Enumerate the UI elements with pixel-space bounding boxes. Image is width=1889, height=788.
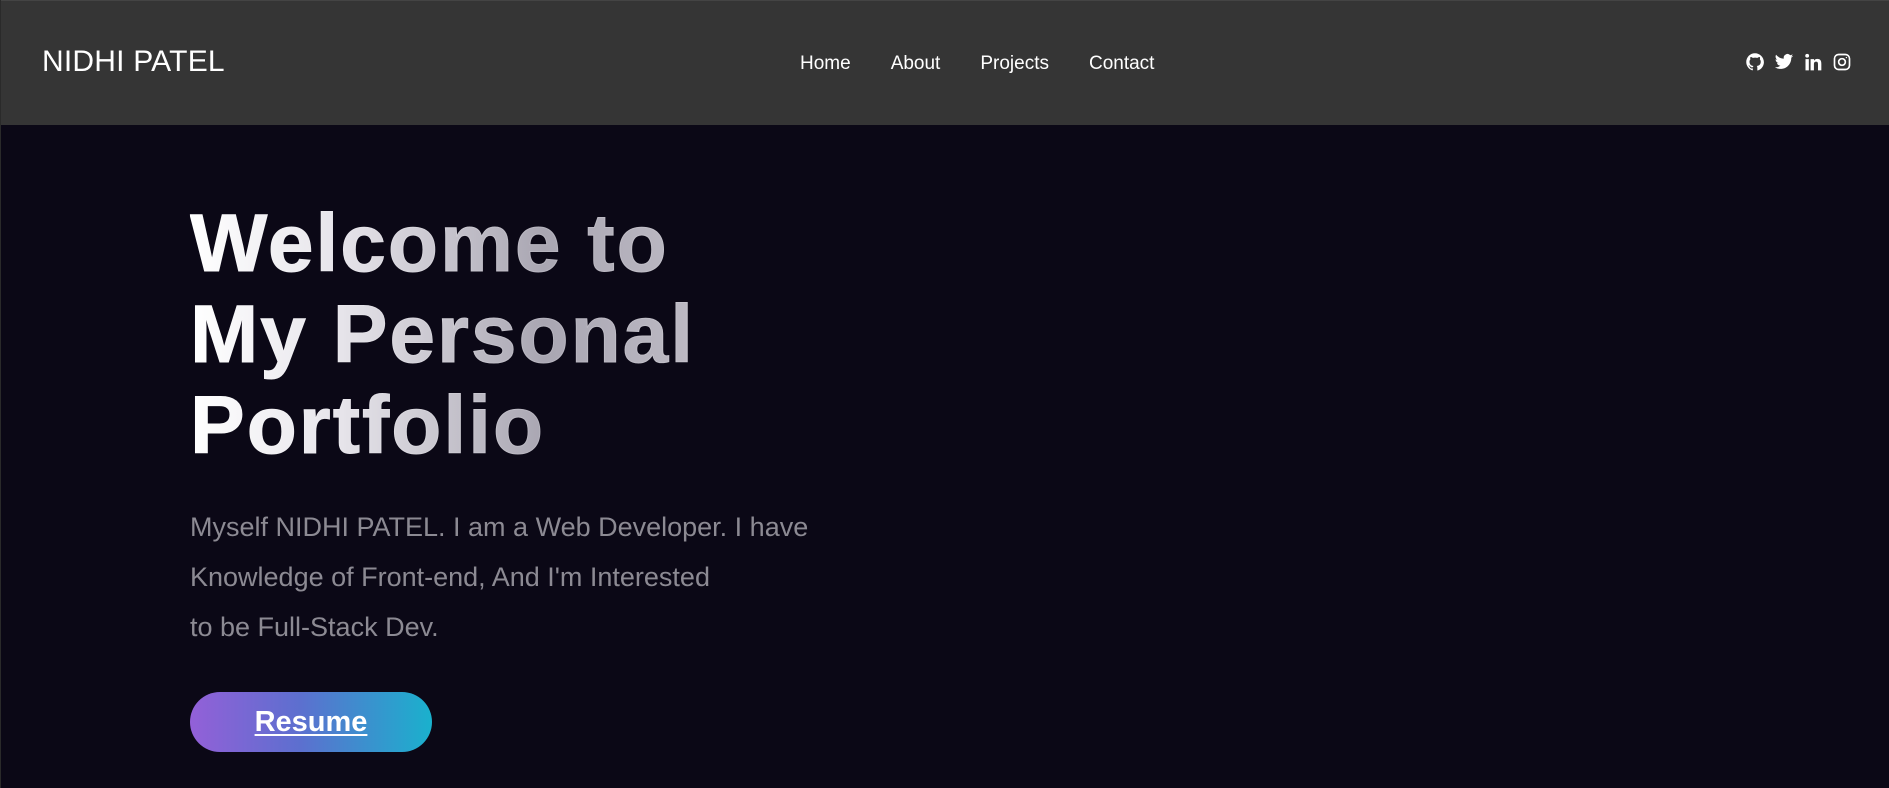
social-links [1745, 52, 1852, 72]
nav-link-contact[interactable]: Contact [1089, 53, 1154, 75]
instagram-icon[interactable] [1832, 52, 1852, 72]
hero-title-line: Welcome to [189, 198, 669, 290]
hero-description-line: Myself NIDHI PATEL. I am a Web Developer… [190, 512, 809, 542]
hero-title: Welcome to My Personal Portfolio [189, 198, 696, 472]
linkedin-icon[interactable] [1803, 52, 1823, 72]
nav-link-about[interactable]: About [891, 53, 941, 75]
github-icon[interactable] [1745, 52, 1765, 72]
hero-description: Myself NIDHI PATEL. I am a Web Developer… [190, 502, 910, 652]
hero-description-line: Knowledge of Front-end, And I'm Interest… [190, 562, 710, 592]
resume-button[interactable]: Resume [190, 692, 432, 752]
nav-links: Home About Projects Contact [800, 53, 1194, 75]
hero-description-line: to be Full-Stack Dev. [190, 612, 439, 642]
nav-link-home[interactable]: Home [800, 53, 851, 75]
page: NIDHI PATEL Home About Projects Contact … [0, 0, 1889, 788]
hero: Welcome to My Personal Portfolio [189, 198, 696, 472]
nav-link-projects[interactable]: Projects [980, 53, 1049, 75]
hero-title-line: Portfolio [189, 380, 546, 472]
navbar: NIDHI PATEL Home About Projects Contact [1, 0, 1889, 125]
hero-title-line: My Personal [189, 289, 696, 381]
twitter-icon[interactable] [1774, 52, 1794, 72]
brand-logo[interactable]: NIDHI PATEL [42, 45, 225, 79]
resume-link[interactable]: Resume [255, 706, 368, 739]
